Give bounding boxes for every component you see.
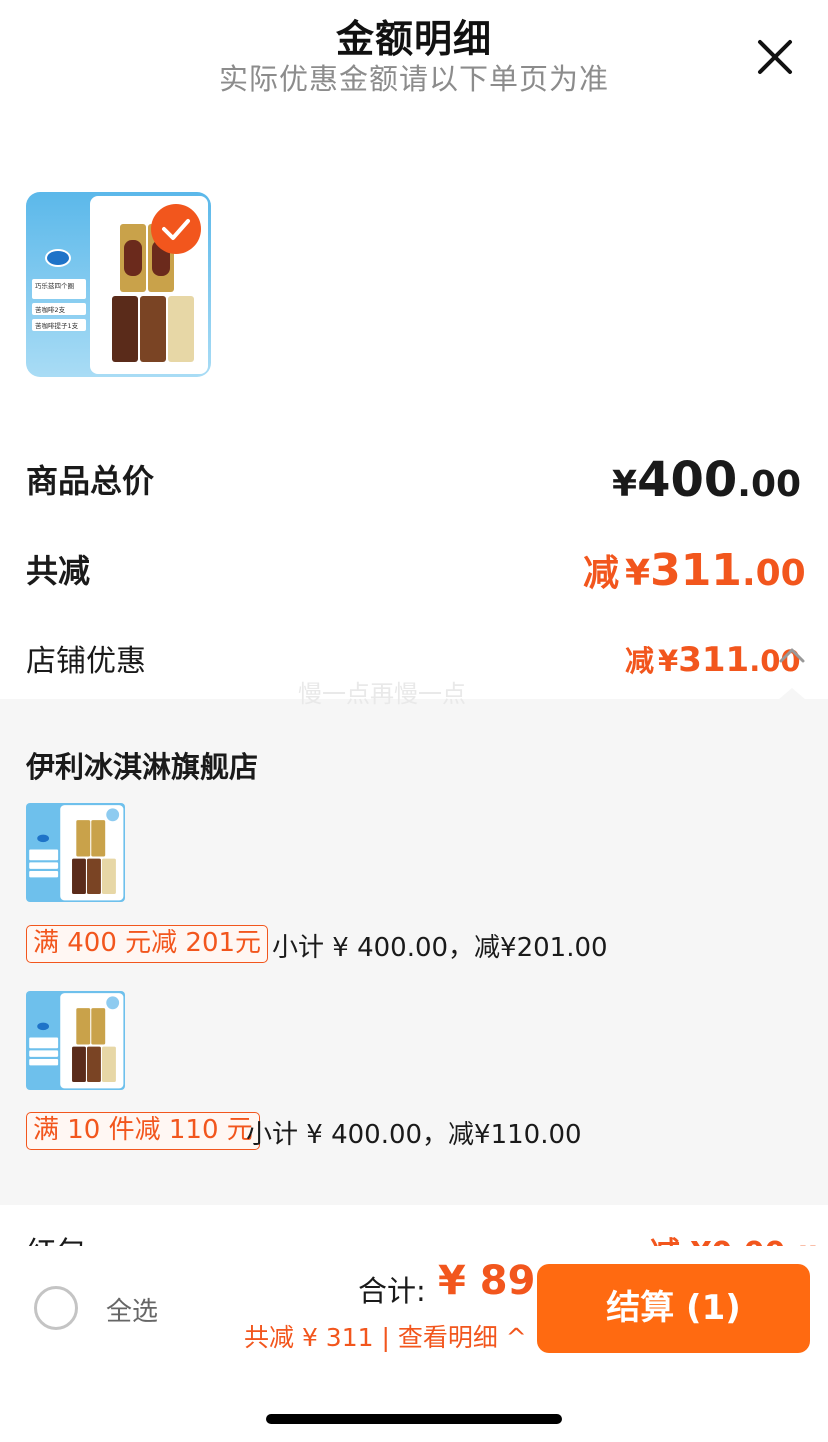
total-reduce-label: 共减	[26, 552, 91, 590]
shop-discount-value[interactable]: 减 ¥311.00	[625, 638, 801, 680]
page-subtitle: 实际优惠金额请以下单页为准	[218, 62, 609, 96]
sum-label: 合计:	[358, 1274, 426, 1308]
home-indicator	[266, 1414, 562, 1424]
promo-tag-2: 满 10 件减 110 元	[26, 1112, 260, 1150]
watermark: 慢一点再慢一点	[298, 680, 466, 708]
promo-subtotal-1: 小计 ¥ 400.00，减¥201.00	[272, 933, 608, 963]
close-icon[interactable]	[752, 34, 798, 80]
package-label-3: 苦咖啡提子1支	[35, 321, 79, 330]
shop-discount-label[interactable]: 店铺优惠	[26, 636, 146, 680]
package-label-1: 巧乐兹四个圈	[35, 281, 74, 290]
promo-product-image-1	[26, 803, 125, 902]
promo-subtotal-2: 小计 ¥ 400.00，减¥110.00	[246, 1120, 582, 1150]
chevron-up-icon[interactable]	[778, 641, 806, 669]
total-reduce-value: 减 ¥311.00	[583, 545, 806, 596]
store-name: 伊利冰淇淋旗舰店	[26, 750, 259, 784]
select-all-label[interactable]: 全选	[106, 1291, 158, 1328]
promo-product-image-2	[26, 991, 125, 1090]
panel-pointer	[778, 688, 806, 700]
sum-value: ¥ 89	[438, 1258, 536, 1304]
view-detail-link[interactable]: 共减 ¥ 311 | 查看明细 ^	[244, 1318, 527, 1354]
total-label: 商品总价	[26, 462, 155, 500]
checkout-button[interactable]: 结算 (1)	[537, 1264, 810, 1353]
check-circle-icon[interactable]	[134, 196, 184, 246]
page-title: 金额明细	[335, 17, 492, 61]
promo-tag-1: 满 400 元减 201元	[26, 925, 269, 963]
total-price: ¥400.00	[612, 452, 802, 508]
package-label-2: 苦咖啡2支	[35, 305, 66, 314]
select-all-radio[interactable]	[34, 1286, 78, 1330]
